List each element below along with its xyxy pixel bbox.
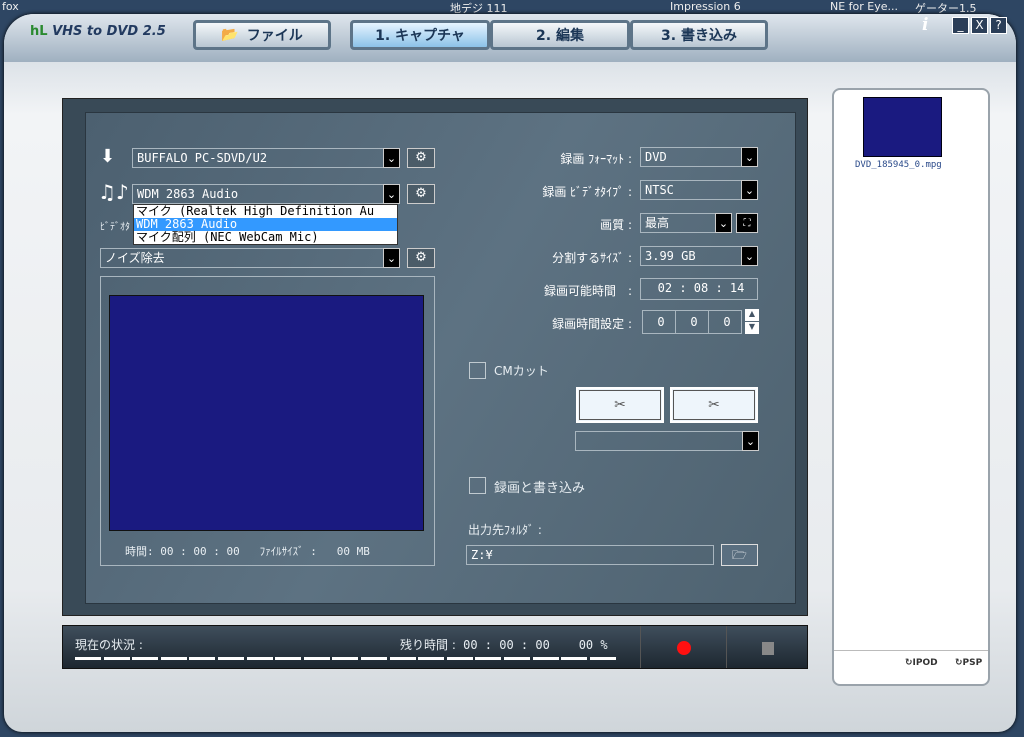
- cut-start-button[interactable]: ✂: [576, 387, 664, 423]
- split-size-select[interactable]: 3.99 GB: [640, 246, 742, 266]
- filter-select[interactable]: ノイズ除去: [100, 248, 384, 268]
- progress-segment: [332, 657, 359, 660]
- spin-down-button[interactable]: ▼: [745, 322, 759, 334]
- desktop-item[interactable]: Impression 6: [670, 0, 741, 13]
- video-device-select[interactable]: BUFFALO PC-SDVD/U2: [132, 148, 384, 168]
- dropdown-option[interactable]: マイク配列 (NEC WebCam Mic): [134, 231, 397, 244]
- tab-file[interactable]: 📂 ファイル: [193, 20, 331, 50]
- output-folder-label: 出力先ﾌｫﾙﾀﾞ :: [468, 523, 542, 537]
- progress-segment: [275, 657, 302, 660]
- record-button[interactable]: [677, 641, 691, 655]
- chevron-down-icon[interactable]: ⌄: [383, 248, 400, 268]
- progress-segment: [75, 657, 101, 660]
- folder-open-icon: 🗁: [732, 548, 747, 562]
- progress-segment: [132, 657, 159, 660]
- progress-segment: [532, 657, 559, 660]
- tab-edit[interactable]: 2. 編集: [490, 20, 630, 50]
- progress-segment: [475, 657, 502, 660]
- chevron-down-icon[interactable]: ⌄: [742, 431, 759, 451]
- chevron-down-icon[interactable]: ⌄: [741, 180, 758, 200]
- browse-folder-button[interactable]: 🗁: [721, 544, 758, 566]
- chevron-down-icon[interactable]: ⌄: [741, 147, 758, 167]
- videotype-select[interactable]: NTSC: [640, 180, 742, 200]
- spin-up-button[interactable]: ▲: [745, 309, 759, 321]
- cmcut-label: CMカット: [494, 364, 549, 378]
- psp-convert-button[interactable]: ↻PSP: [955, 658, 982, 668]
- split-size-label: 分割するｻｲｽﾞ :: [552, 251, 632, 265]
- progress-segment: [561, 657, 588, 660]
- progress-segment: [589, 657, 616, 660]
- file-list-panel: [832, 88, 990, 686]
- progress-segment: [446, 657, 473, 660]
- desktop-item[interactable]: NE for Eye...: [830, 0, 898, 13]
- scissors-icon: ✂: [708, 397, 720, 413]
- progress-segment: [218, 657, 244, 660]
- time-readout: 時間: 00 : 00 : 00 ﾌｧｲﾙｻｲｽﾞ : 00 MB: [125, 545, 370, 558]
- progress-segment: [504, 657, 530, 660]
- progress-segment: [189, 657, 216, 660]
- minimize-button[interactable]: _: [952, 17, 969, 34]
- folder-icon: 📂: [221, 27, 239, 43]
- filter-settings-button[interactable]: ⚙: [407, 248, 435, 268]
- video-device-icon: ⬇: [100, 146, 116, 167]
- rectime-hours[interactable]: 0: [642, 310, 676, 334]
- file-thumbnail[interactable]: [863, 97, 942, 157]
- fullscreen-button[interactable]: ⛶: [736, 213, 758, 233]
- chevron-down-icon[interactable]: ⌄: [741, 246, 758, 266]
- audio-settings-button[interactable]: ⚙: [407, 184, 435, 204]
- quality-select[interactable]: 最高: [640, 213, 716, 233]
- progress-segment: [361, 657, 387, 660]
- cm-select[interactable]: [575, 431, 743, 451]
- tab-burn[interactable]: 3. 書き込み: [630, 20, 768, 50]
- available-time-label: 録画可能時間 :: [543, 284, 632, 298]
- rectime-label: 録画時間設定 :: [552, 317, 632, 331]
- audio-dropdown-list: マイク (Realtek High Definition Au WDM 2863…: [133, 204, 398, 245]
- app-logo: hL VHS to DVD 2.5: [30, 24, 166, 39]
- remaining-time: 残り時間 : 00 : 00 : 00 00 %: [400, 638, 608, 652]
- videotype-label: 録画 ﾋﾞﾃﾞｵﾀｲﾌﾟ :: [542, 185, 632, 199]
- progress-segment: [303, 657, 330, 660]
- progress-segment: [246, 657, 273, 660]
- video-preview: [109, 295, 424, 531]
- audio-device-select[interactable]: WDM 2863 Audio: [132, 184, 384, 204]
- chevron-down-icon[interactable]: ⌄: [383, 148, 400, 168]
- chevron-down-icon[interactable]: ⌄: [383, 184, 400, 204]
- rectime-seconds[interactable]: 0: [708, 310, 742, 334]
- status-label: 現在の状況 :: [75, 638, 143, 652]
- quality-label: 画質 :: [600, 218, 632, 232]
- desktop-item[interactable]: fox: [2, 0, 19, 13]
- chevron-down-icon[interactable]: ⌄: [715, 213, 732, 233]
- output-folder-input[interactable]: Z:¥: [466, 545, 714, 565]
- file-name[interactable]: DVD_185945_0.mpg: [855, 160, 942, 170]
- tab-capture[interactable]: 1. キャプチャ: [350, 20, 490, 50]
- close-button[interactable]: X: [971, 17, 988, 34]
- available-time-value: 02 : 08 : 14: [640, 278, 758, 300]
- rectime-minutes[interactable]: 0: [675, 310, 709, 334]
- info-button[interactable]: i: [922, 15, 928, 35]
- record-burn-checkbox[interactable]: [469, 477, 486, 494]
- format-label: 録画 ﾌｫｰﾏｯﾄ :: [560, 152, 632, 166]
- record-burn-label: 録画と書き込み: [494, 481, 586, 496]
- cmcut-checkbox[interactable]: [469, 362, 486, 379]
- cut-end-button[interactable]: ✂: [670, 387, 758, 423]
- scissors-icon: ✂: [614, 397, 626, 413]
- progress-segment: [418, 657, 445, 660]
- ipod-convert-button[interactable]: ↻IPOD: [905, 658, 938, 668]
- audio-icon: ♫♪: [98, 180, 129, 204]
- video-label: ﾋﾞﾃﾞｵﾀ: [100, 222, 130, 233]
- progress-segment: [103, 657, 130, 660]
- help-button[interactable]: ?: [990, 17, 1007, 34]
- progress-segment: [160, 657, 187, 660]
- video-settings-button[interactable]: ⚙: [407, 148, 435, 168]
- progress-segment: [389, 657, 416, 660]
- format-select[interactable]: DVD: [640, 147, 742, 167]
- app-title: VHS to DVD 2.5: [52, 24, 166, 39]
- stop-button[interactable]: [762, 642, 774, 655]
